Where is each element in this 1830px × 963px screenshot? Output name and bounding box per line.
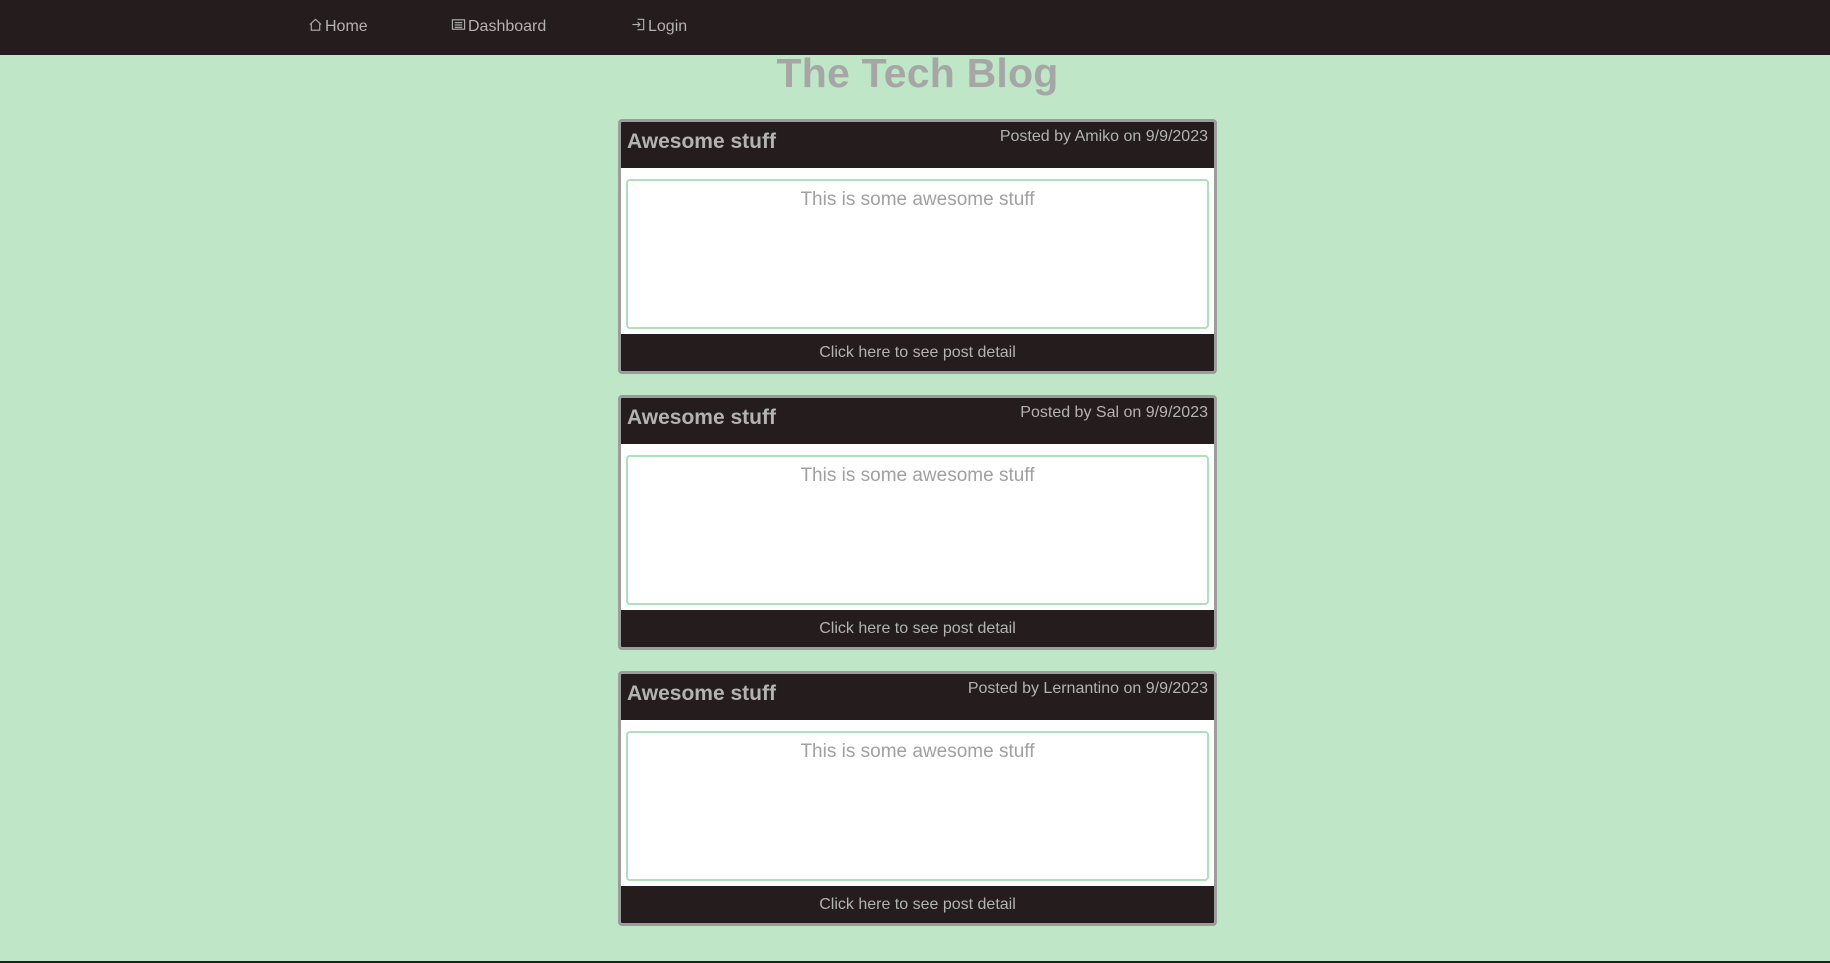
post-header: Awesome stuff Posted by Lernantino on 9/… bbox=[621, 674, 1214, 720]
post-header: Awesome stuff Posted by Amiko on 9/9/202… bbox=[621, 122, 1214, 168]
post-card: Awesome stuff Posted by Sal on 9/9/2023 … bbox=[618, 395, 1217, 650]
top-navbar: Home Dashboard Login bbox=[0, 0, 1830, 55]
post-card: Awesome stuff Posted by Amiko on 9/9/202… bbox=[618, 119, 1217, 374]
nav-login-link[interactable]: Login bbox=[631, 17, 687, 37]
nav-login-label: Login bbox=[648, 18, 688, 35]
post-body: This is some awesome stuff bbox=[626, 731, 1209, 881]
post-title: Awesome stuff bbox=[627, 682, 776, 705]
post-meta: Posted by Sal on 9/9/2023 bbox=[1020, 404, 1208, 421]
post-body: This is some awesome stuff bbox=[626, 455, 1209, 605]
post-header: Awesome stuff Posted by Sal on 9/9/2023 bbox=[621, 398, 1214, 444]
post-title: Awesome stuff bbox=[627, 406, 776, 429]
post-list: Awesome stuff Posted by Amiko on 9/9/202… bbox=[618, 119, 1217, 947]
post-card: Awesome stuff Posted by Lernantino on 9/… bbox=[618, 671, 1217, 926]
nav-home-link[interactable]: Home bbox=[308, 17, 368, 37]
post-content: This is some awesome stuff bbox=[800, 189, 1035, 210]
post-content: This is some awesome stuff bbox=[800, 741, 1035, 762]
login-icon bbox=[631, 17, 648, 37]
nav-dashboard-label: Dashboard bbox=[468, 18, 547, 35]
nav-home-label: Home bbox=[325, 18, 368, 35]
post-title: Awesome stuff bbox=[627, 130, 776, 153]
dashboard-icon bbox=[451, 17, 468, 37]
post-meta: Posted by Amiko on 9/9/2023 bbox=[999, 128, 1208, 145]
page-title: The Tech Blog bbox=[776, 50, 1059, 96]
home-icon bbox=[308, 17, 325, 37]
post-detail-link[interactable]: Click here to see post detail bbox=[621, 886, 1214, 923]
post-detail-link[interactable]: Click here to see post detail bbox=[621, 334, 1214, 371]
post-detail-link[interactable]: Click here to see post detail bbox=[621, 610, 1214, 647]
nav-dashboard-link[interactable]: Dashboard bbox=[451, 17, 546, 37]
post-content: This is some awesome stuff bbox=[800, 465, 1035, 486]
post-meta: Posted by Lernantino on 9/9/2023 bbox=[967, 680, 1208, 697]
post-body: This is some awesome stuff bbox=[626, 179, 1209, 329]
